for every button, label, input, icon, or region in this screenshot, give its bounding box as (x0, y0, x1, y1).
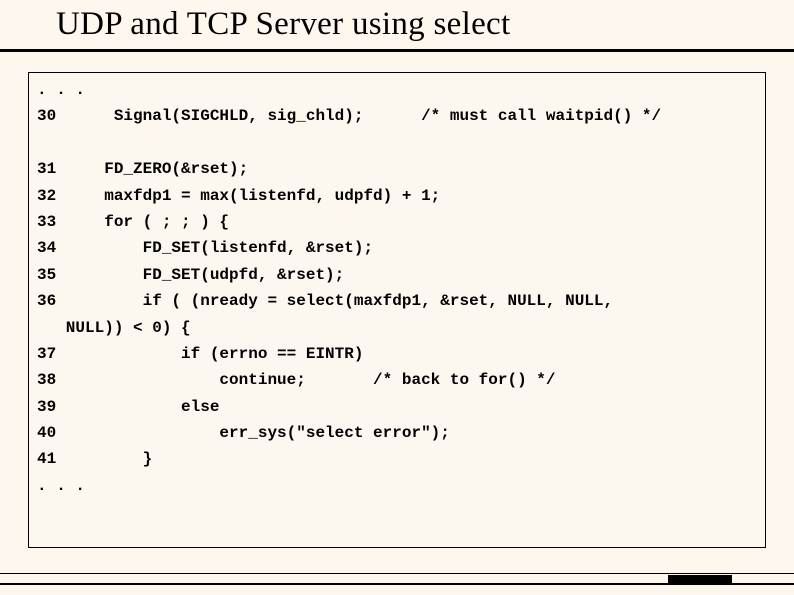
footer-block (668, 575, 732, 585)
code-listing: . . . 30 Signal(SIGCHLD, sig_chld); /* m… (37, 77, 757, 499)
slide: UDP and TCP Server using select . . . 30… (0, 0, 794, 595)
footer-deco (0, 569, 794, 595)
title-underline (0, 49, 794, 52)
page-title: UDP and TCP Server using select (56, 6, 754, 43)
footer-line-top (0, 573, 794, 574)
code-box: . . . 30 Signal(SIGCHLD, sig_chld); /* m… (28, 72, 766, 548)
